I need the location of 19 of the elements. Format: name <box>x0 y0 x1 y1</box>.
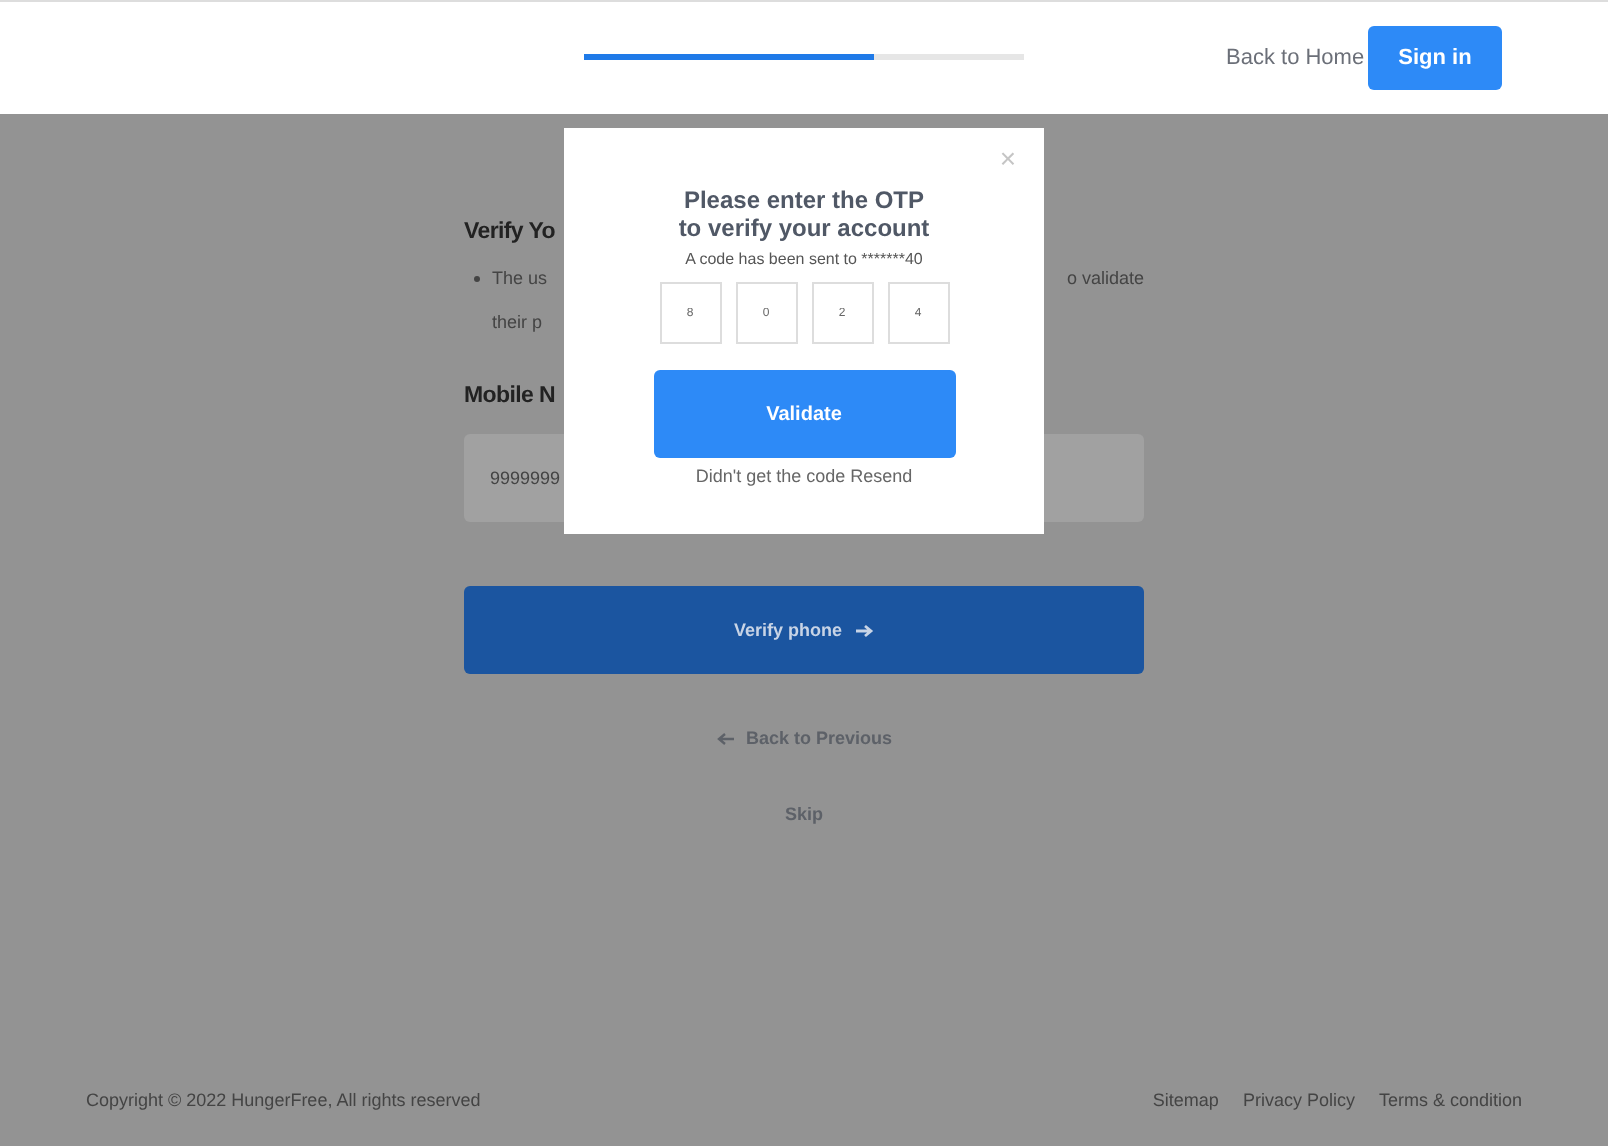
footer-link[interactable]: Terms & condition <box>1378 1090 1522 1110</box>
sign-in-button[interactable]: Sign in <box>1368 26 1502 90</box>
bullet-text: The us <box>464 264 564 292</box>
dialog-subtitle: A code has been sent to *******40 <box>685 250 923 270</box>
resend-text: Didn't get the code Resend <box>695 464 913 488</box>
close-button[interactable]: × <box>999 144 1016 172</box>
dialog-title: Please enter the OTP to verify your account <box>678 186 930 242</box>
mobile-label: Mobile N <box>464 382 558 412</box>
bullet-text: their p <box>490 310 545 336</box>
validate-button[interactable]: Validate <box>653 370 955 458</box>
copyright-text: Copyright © 2022 HungerFree, All rights reserved <box>86 1090 481 1110</box>
bullet-text: o validate <box>1064 266 1144 292</box>
footer-link[interactable]: Privacy Policy <box>1242 1090 1355 1110</box>
back-to-home-link[interactable]: Back to Home <box>1226 42 1365 74</box>
page-heading: Verify Yo <box>464 218 557 248</box>
footer-link[interactable]: Sitemap <box>1152 1090 1219 1110</box>
arrow-left-icon <box>715 731 734 745</box>
verify-phone-button[interactable]: Verify phone <box>464 586 1144 674</box>
arrow-right-icon <box>856 623 874 637</box>
